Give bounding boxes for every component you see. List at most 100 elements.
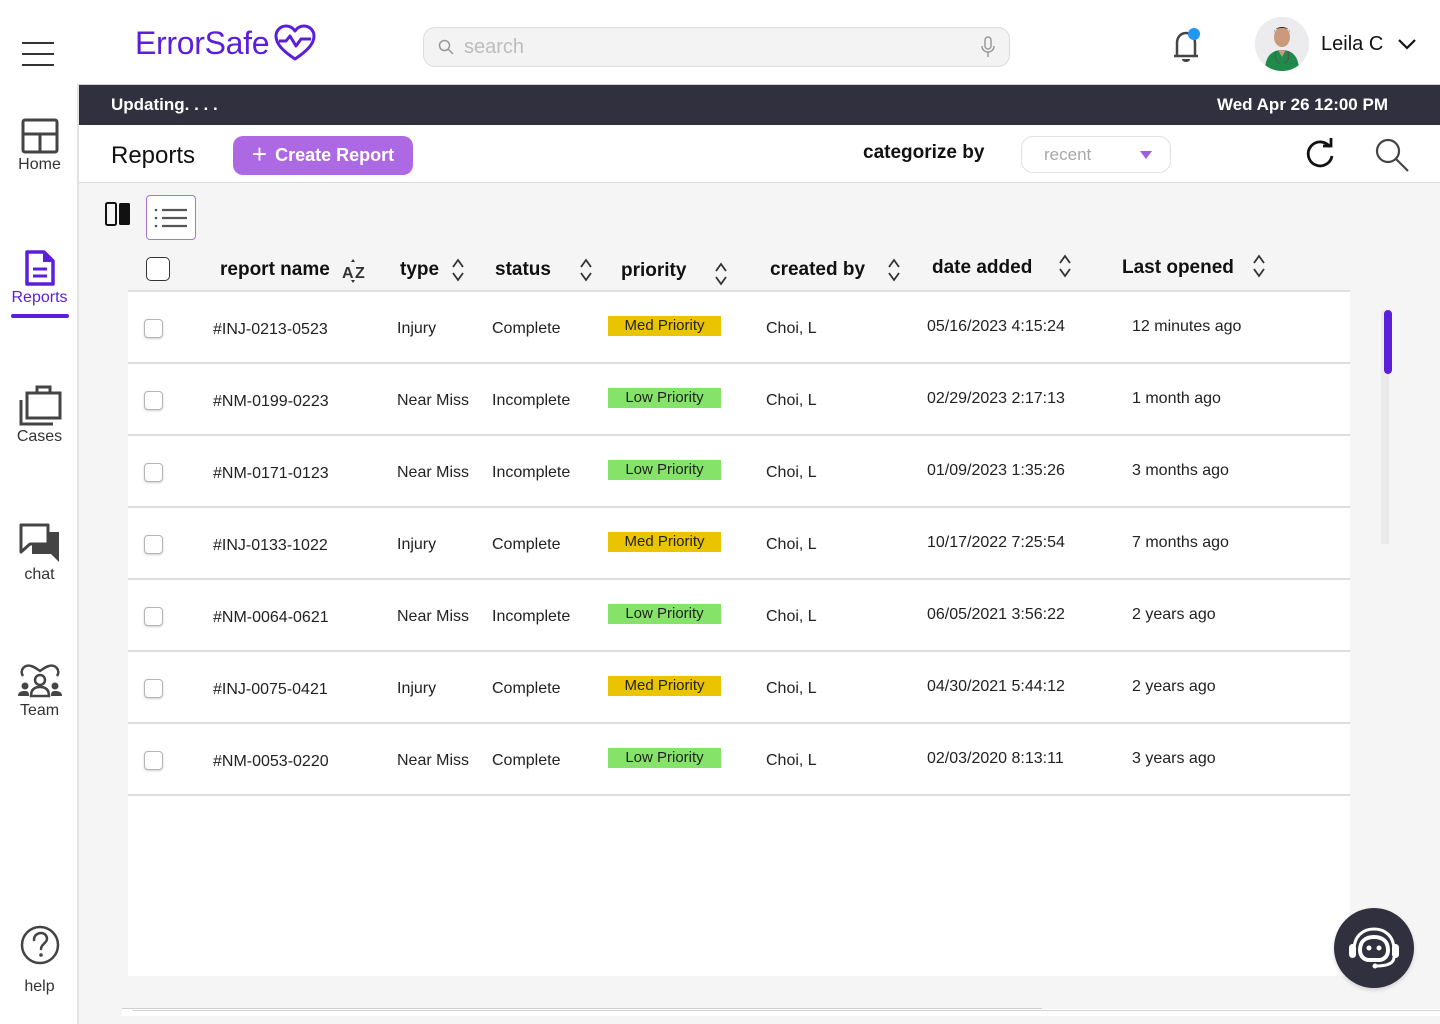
create-report-button[interactable]: + Create Report	[233, 136, 413, 175]
dropdown-arrow-icon	[1140, 150, 1152, 159]
row-checkbox[interactable]	[144, 535, 163, 554]
search-input[interactable]	[464, 35, 981, 59]
table-row[interactable]: #NM-0053-0220 Near Miss Complete Low Pri…	[128, 724, 1350, 796]
help-circle-icon	[20, 925, 59, 965]
refresh-button[interactable]	[1303, 137, 1337, 176]
categorize-dropdown[interactable]: recent	[1021, 136, 1171, 173]
search-icon	[438, 39, 454, 55]
sidebar-item-reports[interactable]: Reports	[0, 249, 79, 318]
plus-icon: +	[251, 139, 268, 169]
sidebar-item-chat[interactable]: chat	[0, 522, 79, 584]
priority-badge: Low Priority	[608, 388, 721, 408]
notifications-button[interactable]	[1170, 28, 1202, 64]
report-name[interactable]: #NM-0064-0621	[213, 609, 329, 627]
sort-icon	[451, 257, 465, 283]
table-row[interactable]: #INJ-0133-1022 Injury Complete Med Prior…	[128, 508, 1350, 580]
column-label: status	[495, 259, 551, 280]
column-header-status[interactable]: status	[495, 257, 593, 283]
table-row[interactable]: #NM-0171-0123 Near Miss Incomplete Low P…	[128, 436, 1350, 508]
user-profile-menu[interactable]: Leila C	[1255, 17, 1417, 71]
heart-pulse-icon	[274, 24, 316, 61]
date-added: 01/09/2023 1:35:26	[927, 462, 1065, 479]
date-added: 06/05/2021 3:56:22	[927, 606, 1065, 623]
column-header-type[interactable]: type	[400, 257, 465, 283]
list-view-icon	[154, 208, 187, 227]
brand-logo: ErrorSafe	[135, 24, 317, 62]
avatar	[1255, 17, 1309, 71]
date-added: 04/30/2021 5:44:12	[927, 678, 1065, 695]
microphone-icon[interactable]	[981, 36, 995, 58]
table-row[interactable]: #INJ-0075-0421 Injury Complete Med Prior…	[128, 652, 1350, 724]
priority-badge: Med Priority	[608, 532, 721, 552]
column-label: created by	[770, 259, 866, 280]
last-opened: 3 years ago	[1132, 750, 1216, 767]
column-label: report name	[220, 259, 330, 280]
chatbot-button[interactable]	[1334, 908, 1414, 988]
sidebar-item-help[interactable]: help	[0, 924, 79, 996]
sidebar-item-label: Cases	[16, 428, 63, 445]
priority-badge: Low Priority	[608, 604, 721, 624]
created-by: Choi, L	[766, 608, 817, 625]
last-opened: 12 minutes ago	[1132, 318, 1242, 335]
sidebar-item-label: Team	[19, 702, 60, 719]
sort-alpha-icon: AZ	[342, 257, 368, 283]
sidebar-item-label: Reports	[11, 289, 68, 306]
report-type: Near Miss	[397, 752, 470, 769]
row-checkbox[interactable]	[144, 679, 163, 698]
brand-name: ErrorSafe	[135, 24, 270, 61]
column-header-created-by[interactable]: created by	[770, 257, 901, 283]
select-all-checkbox[interactable]	[146, 257, 170, 281]
row-checkbox[interactable]	[144, 391, 163, 410]
categorize-value: recent	[1044, 144, 1092, 164]
last-opened: 2 years ago	[1132, 606, 1216, 623]
split-view-icon	[105, 202, 130, 226]
row-checkbox[interactable]	[144, 607, 163, 626]
created-by: Choi, L	[766, 464, 817, 481]
date-added: 10/17/2022 7:25:54	[927, 534, 1065, 551]
report-status: Incomplete	[492, 608, 571, 625]
horizontal-scrollbar-track	[132, 1010, 1440, 1011]
report-status: Complete	[492, 320, 561, 337]
last-opened: 2 years ago	[1132, 678, 1216, 695]
list-view-toggle[interactable]	[146, 195, 196, 240]
created-by: Choi, L	[766, 536, 817, 553]
column-header-last-opened[interactable]: Last opened	[1122, 254, 1266, 279]
created-by: Choi, L	[766, 680, 817, 697]
horizontal-scrollbar-thumb[interactable]	[122, 1008, 1042, 1009]
sidebar-item-team[interactable]: Team	[0, 662, 79, 720]
sidebar-item-home[interactable]: Home	[0, 118, 79, 174]
sidebar-item-cases[interactable]: Cases	[0, 384, 79, 446]
row-checkbox[interactable]	[144, 319, 163, 338]
column-header-date-added[interactable]: date added	[932, 254, 1072, 279]
report-status: Complete	[492, 752, 561, 769]
report-name[interactable]: #NM-0053-0220	[213, 753, 329, 771]
sort-icon	[887, 257, 901, 283]
table-header: report name AZ type status priority crea…	[128, 245, 1350, 292]
column-header-report-name[interactable]: report name AZ	[220, 257, 368, 283]
table-row[interactable]: #NM-0199-0223 Near Miss Incomplete Low P…	[128, 364, 1350, 436]
table-row[interactable]: #INJ-0213-0523 Injury Complete Med Prior…	[128, 292, 1350, 364]
report-name[interactable]: #NM-0199-0223	[213, 393, 329, 411]
table-row[interactable]: #NM-0064-0621 Near Miss Incomplete Low P…	[128, 580, 1350, 652]
report-name[interactable]: #INJ-0075-0421	[213, 681, 328, 699]
date-added: 02/03/2020 8:13:11	[927, 750, 1064, 767]
report-type: Near Miss	[397, 608, 470, 625]
report-search-button[interactable]	[1374, 137, 1410, 178]
chevron-down-icon	[1398, 39, 1417, 50]
report-name[interactable]: #INJ-0213-0523	[213, 321, 328, 339]
row-checkbox[interactable]	[144, 751, 163, 770]
row-checkbox[interactable]	[144, 463, 163, 482]
report-name[interactable]: #INJ-0133-1022	[213, 537, 328, 555]
last-opened: 7 months ago	[1132, 534, 1229, 551]
hamburger-menu-icon[interactable]	[22, 42, 54, 68]
categorize-label: categorize by	[863, 142, 985, 163]
report-name[interactable]: #NM-0171-0123	[213, 465, 329, 483]
page-title: Reports	[111, 142, 196, 169]
priority-badge: Med Priority	[608, 316, 721, 336]
document-icon	[24, 250, 55, 286]
refresh-icon	[1306, 138, 1334, 168]
column-header-priority[interactable]: priority	[621, 255, 728, 287]
split-view-toggle[interactable]	[104, 200, 132, 233]
global-search-bar	[423, 27, 1010, 67]
vertical-scrollbar-thumb[interactable]	[1384, 310, 1392, 374]
